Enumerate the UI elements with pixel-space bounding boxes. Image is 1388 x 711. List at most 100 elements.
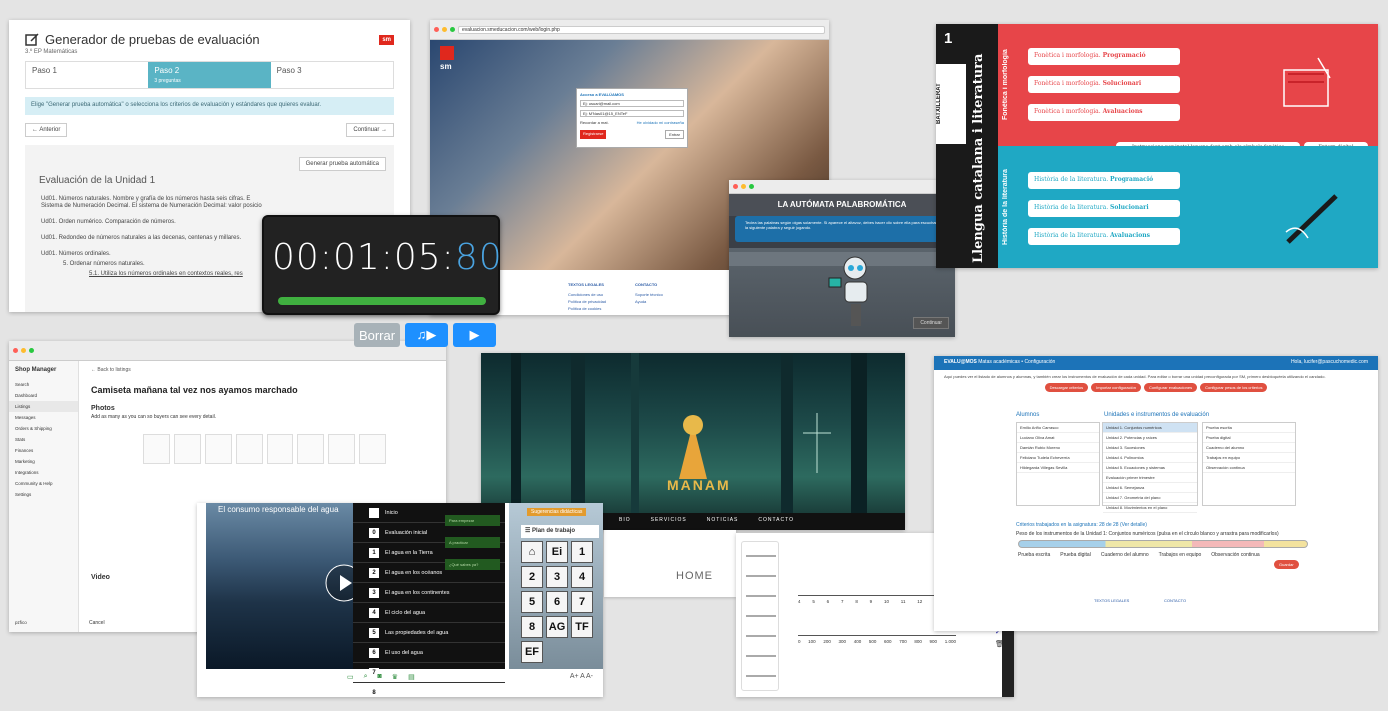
unit-item[interactable]: Unidad 1. Conjuntos numéricos xyxy=(1103,423,1197,433)
photo-thumb[interactable] xyxy=(235,434,263,464)
student-item[interactable]: Emilio Ariño Carrasco xyxy=(1017,423,1099,433)
contact-link[interactable]: Soporte técnico xyxy=(635,292,663,297)
criteria-note[interactable]: Criterios trabajados en la asignatura: 2… xyxy=(1016,522,1147,528)
legal-link[interactable]: Condiciones de uso xyxy=(568,292,603,297)
instrument-item[interactable]: Cuaderno del alumno xyxy=(1203,443,1295,453)
link-solucionari[interactable]: Història de la literatura. Solucionari xyxy=(1028,200,1180,217)
step-3-tab[interactable]: Paso 3 xyxy=(271,62,393,88)
link-solucionari[interactable]: Fonètica i morfologia. Solucionari xyxy=(1028,76,1180,93)
section-key[interactable]: AG xyxy=(546,616,568,638)
nav-integrations[interactable]: Integrations xyxy=(9,467,78,478)
unit-item[interactable]: Evaluación primer trimestre xyxy=(1103,473,1197,483)
nav-listings[interactable]: Listings xyxy=(9,401,78,412)
criteria-row[interactable]: Ud01. Números naturales. Nombre y grafía… xyxy=(39,196,380,202)
link-avaluacions[interactable]: Història de la literatura. Avaluacions xyxy=(1028,228,1180,245)
work-plan-title[interactable]: ☰ Plan de trabajo xyxy=(521,525,599,538)
instrument-item[interactable]: Observación continua xyxy=(1203,463,1295,473)
link-programacio[interactable]: Història de la literatura. Programació xyxy=(1028,172,1180,189)
unit-item[interactable]: Unidad 5. Ecuaciones y sistemas xyxy=(1103,463,1197,473)
nav-orders[interactable]: Orders & Shipping xyxy=(9,423,78,434)
user-greeting[interactable]: Hola, lucifer@pascuchomedic.com xyxy=(1291,359,1368,367)
section-key[interactable]: 7 xyxy=(571,591,593,613)
user-name[interactable]: pzfico xyxy=(9,617,33,628)
nav-settings[interactable]: Settings xyxy=(9,489,78,500)
nav-community[interactable]: Community & Help xyxy=(9,478,78,489)
continue-button[interactable]: Continuar → xyxy=(346,123,394,137)
section-key[interactable]: Ei xyxy=(546,541,568,563)
nav-marketing[interactable]: Marketing xyxy=(9,456,78,467)
search-icon[interactable]: ⌕ xyxy=(364,673,368,681)
unit-menu-item[interactable]: 6 El uso del agua xyxy=(353,643,505,663)
nav-bio[interactable]: BIO xyxy=(619,517,631,530)
password-field[interactable]: Ej: M'Nas01@15_ENTeF xyxy=(580,110,684,117)
section-key[interactable]: 4 xyxy=(571,566,593,588)
home-key-icon[interactable]: ⌂ xyxy=(521,541,543,563)
unit-item[interactable]: Unidad 4. Polinomios xyxy=(1103,453,1197,463)
instrument-item[interactable]: Prueba digital xyxy=(1203,433,1295,443)
enter-button[interactable]: Entrar xyxy=(665,130,684,139)
number-line-2[interactable] xyxy=(798,635,956,636)
import-config-button[interactable]: Importar configuración xyxy=(1091,383,1141,392)
previous-button[interactable]: ← Anterior xyxy=(25,123,68,137)
photo-thumb[interactable] xyxy=(328,434,356,464)
unit-item[interactable]: Unidad 2. Potencias y raíces xyxy=(1103,433,1197,443)
green-tab[interactable]: A practicar xyxy=(445,537,500,548)
unit-item[interactable]: Unidad 8. Movimientos en el plano xyxy=(1103,503,1197,513)
book-icon[interactable]: ▤ xyxy=(408,673,415,681)
monitor-icon[interactable]: ▭ xyxy=(347,673,354,681)
photo-thumb[interactable] xyxy=(297,434,325,464)
green-tab[interactable]: ¿Qué sabes ya? xyxy=(445,559,500,570)
green-tab[interactable]: Para empezar xyxy=(445,515,500,526)
configure-weights-button[interactable]: Configurar pesos de los criterios xyxy=(1200,383,1268,392)
register-button[interactable]: Registrarse xyxy=(580,130,607,139)
play-button[interactable]: ▶ xyxy=(453,323,496,347)
nav-contacto[interactable]: CONTACTO xyxy=(758,517,794,530)
photo-thumb[interactable] xyxy=(204,434,232,464)
unit-item[interactable]: Unidad 6. Semejanza xyxy=(1103,483,1197,493)
legal-link[interactable]: Política de privacidad xyxy=(568,299,606,304)
section-key[interactable]: 3 xyxy=(546,566,568,588)
music-play-button[interactable]: ♫▶ xyxy=(405,323,448,347)
link-programacio[interactable]: Fonètica i morfologia. Programació xyxy=(1028,48,1180,65)
section-key[interactable]: 6 xyxy=(546,591,568,613)
weights-slider[interactable] xyxy=(1018,540,1308,548)
award-icon[interactable]: ♛ xyxy=(392,673,398,681)
nav-servicios[interactable]: SERVICIOS xyxy=(651,517,687,530)
student-item[interactable]: Luciano Oliva Amat xyxy=(1017,433,1099,443)
nav-stats[interactable]: Stats xyxy=(9,434,78,445)
student-item[interactable]: Hildegarda Villegas Sevilla xyxy=(1017,463,1099,473)
unit-menu-item[interactable]: 5 Las propiedades del agua xyxy=(353,623,505,643)
address-bar[interactable]: evaluacion.smeducacion.com/web/login.php xyxy=(458,25,825,34)
instrument-item[interactable]: Trabajos en equipo xyxy=(1203,453,1295,463)
section-key[interactable]: 2 xyxy=(521,566,543,588)
remember-checkbox[interactable]: Recordar a mat. xyxy=(580,120,609,125)
auto-generate-button[interactable]: Generar prueba automática xyxy=(298,157,386,171)
save-button[interactable]: Guardar xyxy=(1274,560,1299,569)
nav-messages[interactable]: Messages xyxy=(9,412,78,423)
cancel-button[interactable]: Cancel xyxy=(89,620,105,626)
unit-item[interactable]: Unidad 3. Sucesiones xyxy=(1103,443,1197,453)
download-criteria-button[interactable]: Descargar criterios xyxy=(1044,383,1089,392)
camera-icon[interactable]: ◙ xyxy=(378,673,382,681)
student-item[interactable]: Damián Rubio Moreno xyxy=(1017,443,1099,453)
section-key[interactable]: EF xyxy=(521,641,543,663)
step-1-tab[interactable]: Paso 1 xyxy=(26,62,148,88)
suggestions-tab[interactable]: Sugerencias didácticas xyxy=(527,508,587,516)
legal-link[interactable]: Política de cookies xyxy=(568,306,601,311)
configure-evaluations-button[interactable]: Configurar evaluaciones xyxy=(1143,383,1198,392)
unit-item[interactable]: Unidad 7. Geometría del plano xyxy=(1103,493,1197,503)
nav-finances[interactable]: Finances xyxy=(9,445,78,456)
unit-menu-item[interactable]: 8 La depuración del agua xyxy=(353,683,505,697)
section-key[interactable]: 1 xyxy=(571,541,593,563)
home-link[interactable]: HOME xyxy=(676,570,713,582)
section-key[interactable]: 8 xyxy=(521,616,543,638)
nav-search[interactable]: Search xyxy=(9,379,78,390)
unit-menu-item[interactable]: 3 El agua en los continentes xyxy=(353,583,505,603)
section-key[interactable]: TF xyxy=(571,616,593,638)
photo-thumb[interactable] xyxy=(359,434,386,464)
nav-noticias[interactable]: NOTICIAS xyxy=(707,517,739,530)
instrument-item[interactable]: Prueba escrita xyxy=(1203,423,1295,433)
section-key[interactable]: 5 xyxy=(521,591,543,613)
forgot-password-link[interactable]: He olvidado mi contraseña xyxy=(637,120,684,125)
step-2-tab[interactable]: Paso 2 3 preguntas xyxy=(148,62,271,88)
